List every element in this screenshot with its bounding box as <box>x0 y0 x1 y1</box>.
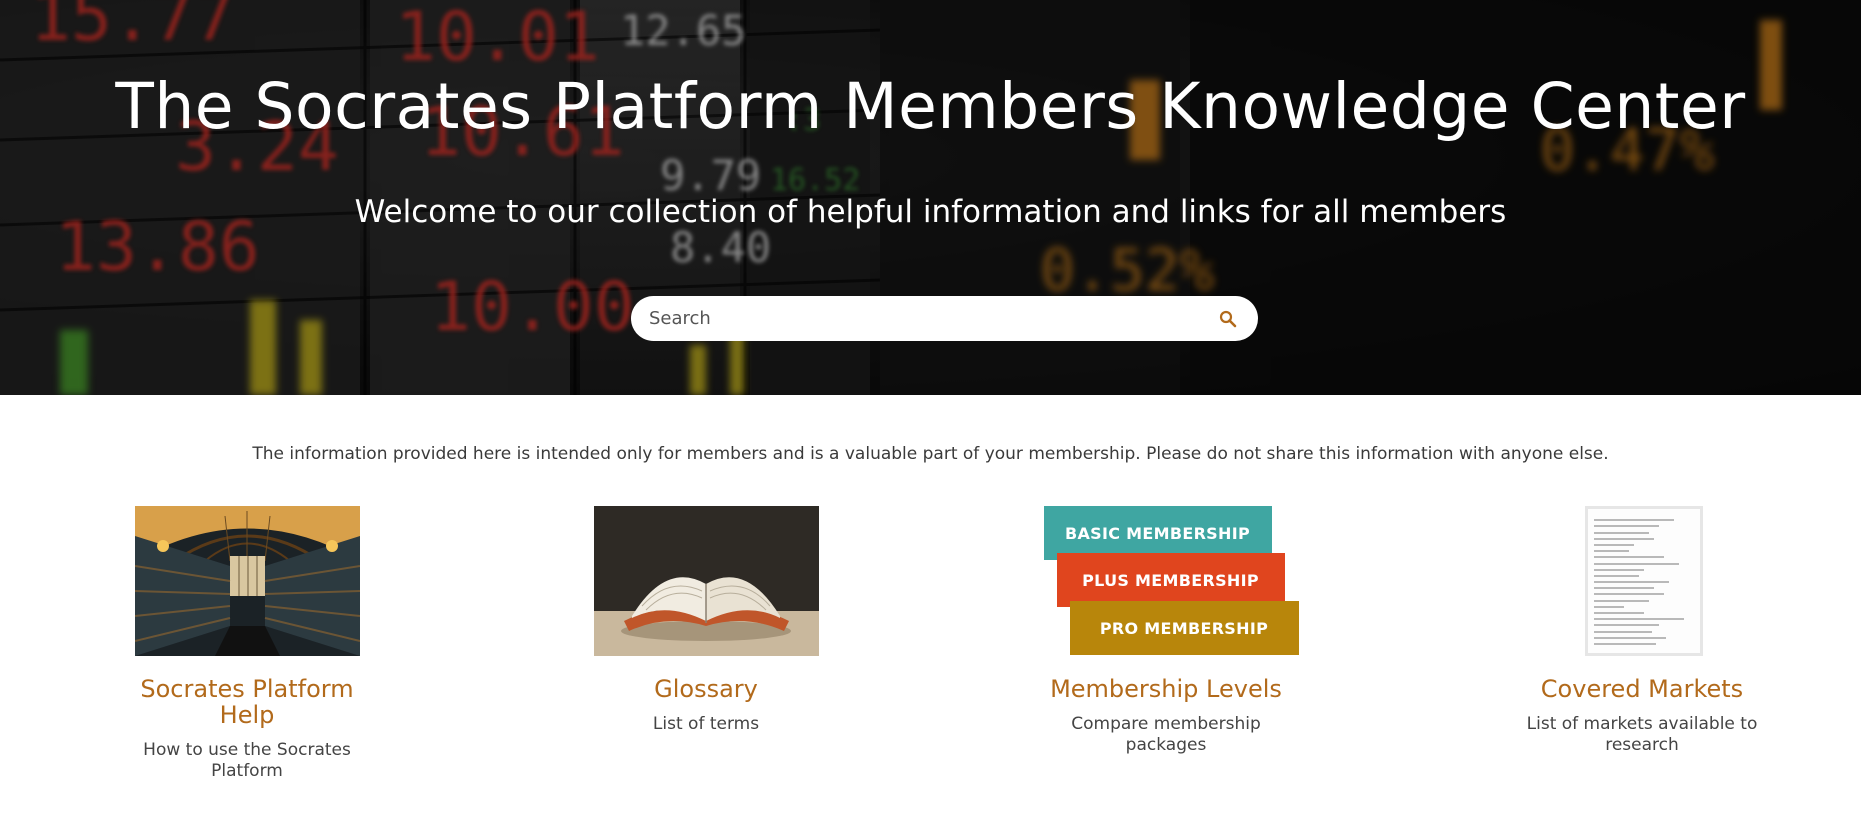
card-description: List of terms <box>652 714 760 734</box>
library-image[interactable] <box>134 506 360 656</box>
page-subtitle: Welcome to our collection of helpful inf… <box>354 194 1507 230</box>
knowledge-cards: Socrates Platform Help How to use the So… <box>0 506 1861 806</box>
search-bar <box>631 296 1258 341</box>
pro-membership-tag: PRO MEMBERSHIP <box>1069 601 1299 655</box>
open-book-image[interactable] <box>593 506 819 656</box>
card-description: List of markets available to research <box>1526 714 1758 755</box>
basic-membership-tag: BASIC MEMBERSHIP <box>1043 506 1272 560</box>
markets-list-image[interactable] <box>1530 506 1755 656</box>
membership-tags-image[interactable]: BASIC MEMBERSHIP PLUS MEMBERSHIP PRO MEM… <box>1039 506 1299 656</box>
card-title[interactable]: Membership Levels <box>1036 676 1296 702</box>
search-input[interactable] <box>649 308 1216 329</box>
members-notice: The information provided here is intende… <box>252 444 1609 464</box>
card-description: Compare membership packages <box>1071 714 1261 755</box>
card-title[interactable]: Glossary <box>576 676 836 702</box>
card-glossary[interactable]: Glossary List of terms <box>576 506 836 735</box>
card-title[interactable]: Socrates Platform Help <box>117 676 377 728</box>
card-platform-help[interactable]: Socrates Platform Help How to use the So… <box>117 506 377 782</box>
card-description: How to use the Socrates Platform <box>143 740 351 781</box>
card-title[interactable]: Covered Markets <box>1512 676 1772 702</box>
plus-membership-tag: PLUS MEMBERSHIP <box>1056 553 1285 607</box>
markets-list-thumbnail <box>1584 506 1703 656</box>
card-membership-levels[interactable]: BASIC MEMBERSHIP PLUS MEMBERSHIP PRO MEM… <box>1036 506 1299 756</box>
page-title: The Socrates Platform Members Knowledge … <box>115 70 1746 143</box>
card-covered-markets[interactable]: Covered Markets List of markets availabl… <box>1512 506 1772 756</box>
search-icon[interactable] <box>1216 307 1240 331</box>
hero-banner: 10.01 3.24 13.86 10.00 10.61 15.77 12.65… <box>0 0 1861 395</box>
